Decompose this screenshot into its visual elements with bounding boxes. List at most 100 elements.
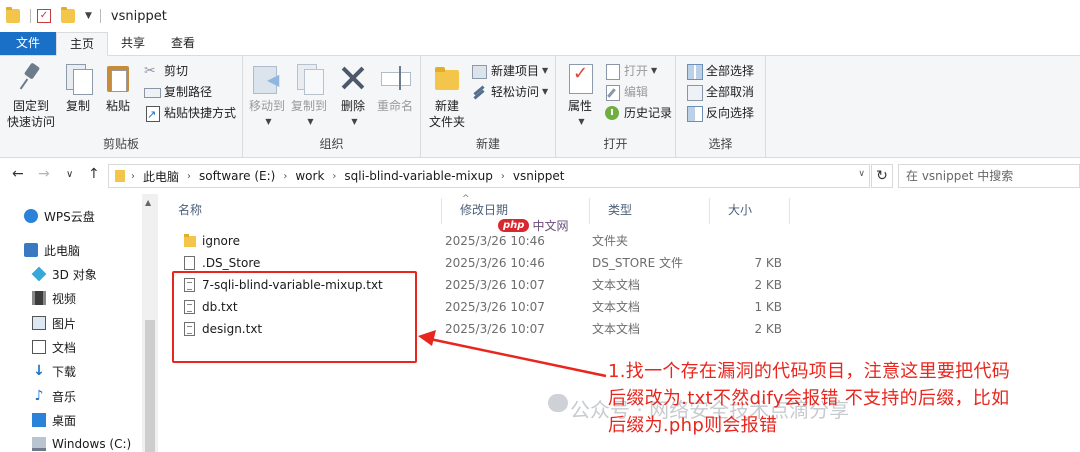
column-header-size[interactable]: 大小 bbox=[710, 198, 790, 224]
file-type: 文本文档 bbox=[592, 278, 641, 292]
file-icon bbox=[184, 256, 195, 270]
delete-icon bbox=[337, 62, 369, 94]
chevron-right-icon[interactable]: › bbox=[332, 171, 336, 182]
tab-share[interactable]: 共享 bbox=[108, 32, 158, 55]
chevron-right-icon[interactable]: › bbox=[501, 171, 505, 182]
select-all-button[interactable]: 全部选择 bbox=[686, 61, 754, 81]
open-icon bbox=[604, 63, 620, 80]
properties-button[interactable]: 属性 ▼ bbox=[562, 62, 598, 130]
drive-icon bbox=[32, 437, 46, 451]
chevron-down-icon: ▼ bbox=[307, 117, 314, 126]
pin-label-line1: 固定到 bbox=[12, 99, 49, 113]
copy-path-icon bbox=[144, 84, 161, 100]
up-arrow-icon[interactable]: ↑ bbox=[88, 166, 100, 182]
cut-button[interactable]: 剪切 bbox=[144, 61, 188, 81]
breadcrumb-sqli-blind-variable-mixup[interactable]: sqli-blind-variable-mixup bbox=[344, 169, 492, 183]
column-header-name[interactable]: 名称 bbox=[160, 198, 442, 224]
nav-item-documents[interactable]: 文档 bbox=[32, 337, 76, 357]
history-button[interactable]: 历史记录 bbox=[604, 103, 672, 123]
separator bbox=[30, 9, 31, 23]
address-dropdown-icon[interactable]: ∨ bbox=[858, 169, 865, 179]
delete-button[interactable]: 删除 ▼ bbox=[337, 62, 369, 130]
file-type: 文本文档 bbox=[592, 300, 641, 314]
breadcrumb-this-pc[interactable]: 此电脑 bbox=[143, 168, 179, 185]
new-folder-button[interactable]: 新建 文件夹 bbox=[425, 62, 469, 130]
php-watermark-text: 中文网 bbox=[532, 218, 569, 233]
easy-access-label: 轻松访问 bbox=[491, 85, 540, 99]
nav-item-label: 下载 bbox=[52, 364, 77, 379]
annotation-line-3: 后缀为.php则会报错 bbox=[608, 415, 778, 436]
new-item-button[interactable]: 新建项目 ▼ bbox=[471, 61, 548, 81]
new-item-icon bbox=[471, 63, 487, 79]
nav-item-videos[interactable]: 视频 bbox=[32, 288, 76, 308]
folder-icon bbox=[184, 234, 196, 247]
tab-file[interactable]: 文件 bbox=[0, 32, 57, 55]
nav-item-pictures[interactable]: 图片 bbox=[32, 313, 76, 333]
select-none-label: 全部取消 bbox=[706, 85, 755, 99]
back-arrow-icon[interactable]: ← bbox=[12, 166, 24, 182]
cube-icon bbox=[31, 266, 47, 282]
php-watermark: php 中文网 bbox=[498, 214, 586, 236]
tab-home[interactable]: 主页 bbox=[56, 32, 109, 56]
scrollbar-thumb[interactable] bbox=[145, 320, 155, 452]
paste-button[interactable]: 粘贴 bbox=[100, 62, 136, 114]
paste-icon bbox=[102, 62, 134, 94]
organize-group-label: 组织 bbox=[319, 137, 344, 151]
nav-item-3d-objects[interactable]: 3D 对象 bbox=[31, 264, 97, 284]
address-row: ← → ∨ ↑ › 此电脑 › software (E:) › work › s… bbox=[0, 158, 1080, 194]
window-title: vsnippet bbox=[110, 8, 167, 24]
column-header-type[interactable]: 类型 bbox=[590, 198, 710, 224]
select-all-icon bbox=[686, 63, 703, 80]
address-bar[interactable]: › 此电脑 › software (E:) › work › sqli-blin… bbox=[108, 164, 870, 188]
tab-view[interactable]: 查看 bbox=[158, 32, 208, 55]
paste-shortcut-button[interactable]: 粘贴快捷方式 bbox=[144, 103, 236, 125]
chevron-down-icon: ▼ bbox=[351, 117, 358, 126]
chevron-right-icon[interactable]: › bbox=[187, 171, 191, 182]
file-row[interactable]: ignore 2025/3/26 10:46 文件夹 bbox=[160, 230, 800, 252]
highlight-box bbox=[172, 271, 417, 363]
recent-locations-chevron-icon[interactable]: ∨ bbox=[66, 169, 73, 180]
properties-label: 属性 bbox=[567, 99, 592, 113]
nav-item-label: 图片 bbox=[52, 316, 77, 331]
nav-scrollbar[interactable]: ▲ bbox=[142, 194, 158, 452]
chevron-right-icon[interactable]: › bbox=[131, 171, 135, 182]
clipboard-group-label: 剪贴板 bbox=[102, 137, 139, 151]
copy-to-button[interactable]: 复制到 ▼ bbox=[289, 62, 329, 130]
chevron-down-icon: ▼ bbox=[651, 66, 658, 75]
copy-button[interactable]: 复制 bbox=[60, 62, 96, 114]
move-to-button[interactable]: 移动到 ▼ bbox=[247, 62, 287, 130]
easy-access-button[interactable]: 轻松访问 ▼ bbox=[471, 82, 548, 102]
forward-arrow-icon[interactable]: → bbox=[38, 166, 50, 182]
chevron-right-icon[interactable]: › bbox=[283, 171, 287, 182]
properties-quick-access-icon[interactable]: ✓ bbox=[37, 9, 51, 23]
breadcrumb-vsnippet[interactable]: vsnippet bbox=[513, 169, 565, 183]
file-size: 1 KB bbox=[754, 300, 782, 314]
customize-quick-access-dropdown-icon[interactable]: ▼ bbox=[85, 11, 92, 21]
breadcrumb-software-e[interactable]: software (E:) bbox=[199, 169, 275, 183]
breadcrumb-work[interactable]: work bbox=[295, 169, 324, 183]
new-folder-quick-access-icon[interactable] bbox=[61, 7, 75, 23]
nav-item-wps-cloud[interactable]: WPS云盘 bbox=[24, 206, 95, 226]
nav-item-music[interactable]: ♪ 音乐 bbox=[32, 386, 76, 406]
copy-label: 复制 bbox=[65, 99, 90, 113]
refresh-icon[interactable]: ↻ bbox=[871, 164, 893, 188]
annotation-line-1: 1.找一个存在漏洞的代码项目，注意这里要把代码 bbox=[608, 361, 1011, 382]
clipboard-group: 固定到 快速访问 复制 粘贴 剪切 复制路径 粘贴快捷方式 剪贴板 bbox=[0, 56, 243, 158]
file-date: 2025/3/26 10:46 bbox=[445, 256, 545, 270]
scroll-up-icon[interactable]: ▲ bbox=[145, 198, 151, 207]
invert-selection-button[interactable]: 反向选择 bbox=[686, 103, 754, 123]
copy-path-button[interactable]: 复制路径 bbox=[144, 82, 212, 102]
pin-to-quick-access-button[interactable]: 固定到 快速访问 bbox=[4, 62, 58, 130]
search-input[interactable]: 在 vsnippet 中搜索 bbox=[898, 164, 1080, 188]
nav-item-this-pc[interactable]: 此电脑 bbox=[24, 240, 80, 260]
nav-item-desktop[interactable]: 桌面 bbox=[32, 410, 76, 430]
nav-item-windows-c[interactable]: Windows (C:) bbox=[32, 434, 131, 452]
nav-item-downloads[interactable]: ↓ 下载 bbox=[32, 361, 76, 381]
title-bar: ✓ ▼ vsnippet bbox=[0, 0, 1080, 32]
properties-icon bbox=[564, 62, 596, 94]
open-button[interactable]: 打开 ▼ bbox=[604, 61, 657, 81]
rename-button[interactable]: 重命名 bbox=[375, 62, 415, 114]
edit-button[interactable]: 编辑 bbox=[604, 82, 648, 102]
select-none-button[interactable]: 全部取消 bbox=[686, 82, 754, 102]
history-label: 历史记录 bbox=[624, 106, 673, 120]
